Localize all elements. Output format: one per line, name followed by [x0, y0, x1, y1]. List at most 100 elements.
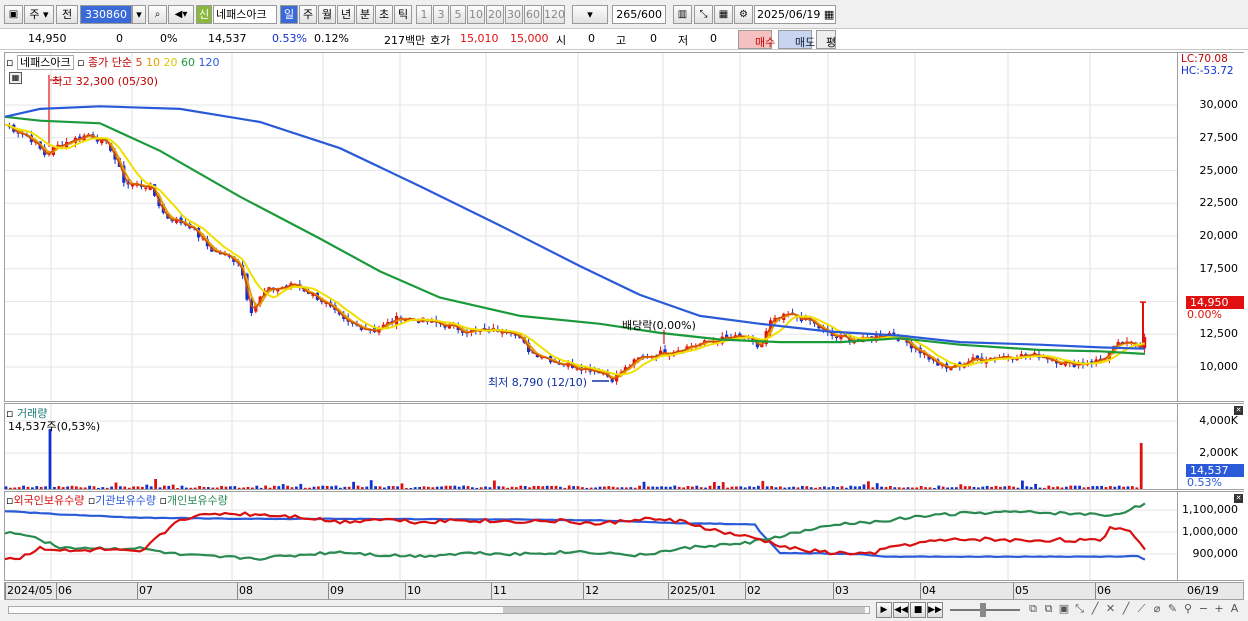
window-icon[interactable]: ▣	[1057, 602, 1071, 618]
annotation-dividend-text: 배당락(0.00%)	[622, 319, 696, 332]
date-label: 07	[139, 584, 153, 597]
chart-scrollbar[interactable]	[8, 606, 870, 614]
volume-bar	[510, 486, 514, 489]
volume-bar	[950, 487, 954, 489]
volume-bar	[823, 486, 826, 489]
volume-bar	[167, 485, 171, 489]
fibo-icon[interactable]: ⟋	[1135, 602, 1149, 618]
zoom-icon[interactable]: ⤡	[1073, 602, 1087, 618]
scroll-right-icon[interactable]: ▶	[876, 602, 892, 618]
copy-icon[interactable]: ⧉	[1026, 602, 1040, 618]
ma60-line	[4, 115, 1146, 355]
indicator-table-icon[interactable]: ▦	[9, 72, 22, 84]
volume-bar	[176, 487, 179, 489]
volume-bar	[620, 487, 624, 489]
pane-marker-icon: ▫	[77, 56, 85, 69]
volume-bar	[53, 486, 56, 489]
pen-icon[interactable]: ✎	[1166, 602, 1180, 618]
volume-bar	[673, 485, 677, 489]
line-tool-icon[interactable]: ╱	[1088, 602, 1102, 618]
volume-bar	[66, 486, 69, 489]
volume-bar	[713, 481, 716, 489]
ma10-line	[4, 123, 1146, 379]
volume-bar	[911, 487, 914, 489]
volume-bar	[1016, 487, 1020, 489]
volume-bar	[246, 486, 250, 489]
volume-bar	[79, 487, 83, 489]
holding-tick: 900,000	[1192, 547, 1239, 560]
volume-bar	[757, 485, 760, 489]
volume-bar	[215, 487, 219, 489]
volume-bar	[611, 486, 615, 489]
text-size-icon[interactable]: A	[1228, 602, 1242, 618]
volume-bar	[1109, 486, 1112, 489]
volume-bar	[664, 486, 668, 489]
volume-bar	[651, 486, 655, 489]
volume-bar	[959, 484, 963, 489]
volume-bar	[453, 485, 457, 489]
volume-bar	[1139, 443, 1143, 489]
volume-bar	[356, 485, 360, 489]
trend-icon[interactable]: ╱	[1119, 602, 1133, 618]
volume-bar	[286, 485, 289, 489]
scroll-next-icon[interactable]: ▶▶	[927, 602, 943, 618]
volume-bar	[1122, 486, 1125, 489]
holding-pane-close-icon[interactable]: ✕	[1234, 494, 1243, 503]
date-label: 2024/05	[7, 584, 53, 597]
date-divider	[137, 583, 138, 599]
volume-bar	[1043, 487, 1046, 489]
volume-bar	[814, 487, 817, 489]
date-label: 05	[1015, 584, 1029, 597]
volume-bar	[83, 487, 87, 489]
volume-bar	[317, 486, 320, 489]
zoom-out-icon[interactable]: −	[1197, 602, 1211, 618]
date-label: 10	[407, 584, 421, 597]
annotation-high-text: 최고 32,300 (05/30)	[52, 75, 159, 88]
date-divider	[833, 583, 834, 599]
volume-bar	[259, 487, 263, 489]
volume-bar	[1078, 485, 1081, 489]
price-tick: 25,000	[1199, 163, 1239, 177]
volume-bar	[783, 487, 787, 489]
zoom-in-icon[interactable]: +	[1212, 602, 1226, 618]
volume-bar	[1082, 487, 1086, 489]
volume-bar	[268, 487, 272, 489]
volume-bar	[264, 485, 267, 489]
volume-bar	[497, 486, 501, 489]
volume-bar	[237, 487, 241, 489]
volume-bar	[589, 487, 593, 489]
date-axis: 2024/05 06 07 08 09 10 11 12 2025/01 02 03 04 05 06 06…	[4, 582, 1244, 600]
volume-bar	[70, 485, 74, 489]
stop-icon[interactable]: ■	[910, 602, 926, 618]
volume-bar	[369, 480, 373, 489]
volume-bar	[422, 486, 426, 489]
scroll-thumb[interactable]	[503, 607, 865, 613]
paste-icon[interactable]: ⧉	[1042, 602, 1056, 618]
price-tick: 22,500	[1199, 196, 1239, 210]
volume-bar	[26, 486, 30, 489]
volume-bar	[431, 487, 435, 489]
volume-bar	[836, 486, 839, 489]
volume-bar	[1117, 485, 1121, 489]
price-tick: 27,500	[1199, 130, 1239, 144]
volume-bar	[1095, 486, 1099, 489]
volume-bar	[765, 486, 769, 489]
volume-bar	[853, 486, 857, 489]
volume-bar	[295, 486, 298, 489]
price-legend: ▫ 네패스아크 ▫ 종가 단순 5 10 20 60 120	[6, 54, 220, 70]
volume-bar	[686, 486, 690, 489]
text-icon[interactable]: ⌀	[1150, 602, 1164, 618]
volume-bar	[75, 486, 78, 489]
scroll-prev-icon[interactable]: ◀◀	[893, 602, 909, 618]
crosshair-icon[interactable]: ✕	[1104, 602, 1118, 618]
volume-bar	[17, 487, 21, 489]
date-label: 06	[58, 584, 72, 597]
search-icon[interactable]: ⚲	[1181, 602, 1195, 618]
volume-bar	[1113, 486, 1117, 489]
volume-bar	[655, 486, 659, 489]
zoom-slider-handle[interactable]	[980, 603, 986, 617]
date-label: 08	[239, 584, 253, 597]
volume-bar	[972, 486, 976, 489]
volume-bar	[39, 486, 43, 489]
volume-bar	[321, 485, 325, 489]
